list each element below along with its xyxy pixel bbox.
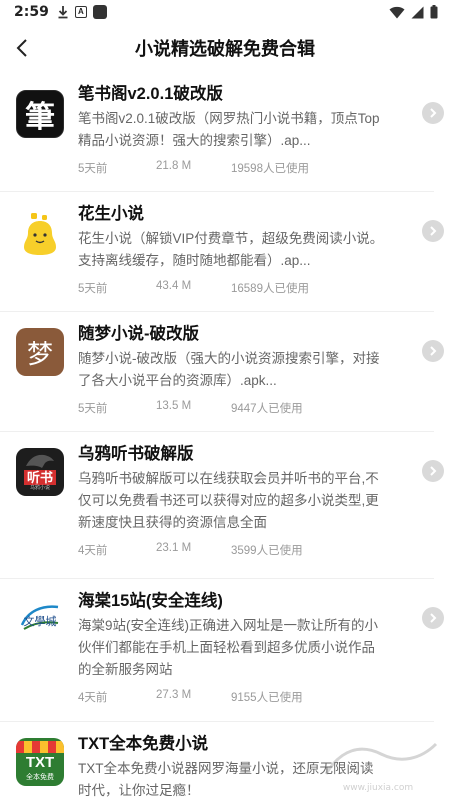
item-users: 3599人已使用 [231,545,303,557]
item-users: 16589人已使用 [231,283,309,295]
item-title: 海棠15站(安全连线) [78,592,223,610]
suimeng-icon-glyph: 梦 [26,339,53,370]
item-meta: 4天前 27.3 M 9155人已使用 [78,681,384,717]
wuya-app-icon: 听书 乌鸦小说 [16,448,64,496]
app-list: 筆 笔书阁v2.0.1破改版 笔书阁v2.0.1破改版（网罗热门小说书籍，顶点T… [0,72,450,800]
item-size: 23.1 M [156,542,192,554]
item-size: 13.5 M [156,400,192,412]
bishuge-app-icon: 筆 [16,90,64,138]
item-desc: 随梦小说-破改版（强大的小说资源搜索引擎，对接了各大小说平台的资源库）.apk.… [78,351,380,388]
list-item[interactable]: 筆 笔书阁v2.0.1破改版 笔书阁v2.0.1破改版（网罗热门小说书籍，顶点T… [0,72,444,192]
item-users: 9155人已使用 [231,692,303,704]
item-size: 43.4 M [156,280,192,292]
bishuge-icon-glyph: 筆 [25,100,55,135]
item-time: 4天前 [78,545,108,557]
item-title: 笔书阁v2.0.1破改版 [78,85,223,103]
txt-app-icon: TXT 全本免费 [16,738,64,786]
item-time: 4天前 [78,692,108,704]
list-item[interactable]: 文學城 海棠15站(安全连线) 海棠9站(安全连线)正确进入网址是一款让所有的小… [0,579,444,722]
svg-text:文學城: 文學城 [24,614,57,628]
txt-icon-text: TXT [25,754,55,771]
item-desc: 乌鸦听书破解版可以在线获取会员并听书的平台,不仅可以免费看书还可以获得对应的超多… [78,471,379,530]
item-arrow-button[interactable] [422,102,444,124]
chevron-right-icon [430,466,437,476]
item-arrow-button[interactable] [422,340,444,362]
item-arrow-button[interactable] [422,220,444,242]
item-arrow-button[interactable] [422,607,444,629]
notification-square-icon [92,5,107,19]
list-item[interactable]: 梦 随梦小说-破改版 随梦小说-破改版（强大的小说资源搜索引擎，对接了各大小说平… [0,312,444,432]
item-size: 27.3 M [156,689,192,701]
watermark-text: www.jiuxia.com [343,783,413,793]
chevron-right-icon [430,346,437,356]
suimeng-app-icon: 梦 [16,328,64,376]
item-time: 5天前 [78,163,108,175]
watermark-logo: www.jiuxia.com [324,742,438,793]
item-title: 随梦小说-破改版 [78,325,199,343]
item-size: 21.8 M [156,160,192,172]
wifi-icon [389,6,405,18]
item-title: 乌鸦听书破解版 [78,445,194,463]
wuya-icon-text: 听书 [23,470,56,485]
chevron-right-icon [430,108,437,118]
txt-icon-subtext: 全本免费 [26,774,54,781]
list-item[interactable]: 听书 乌鸦小说 乌鸦听书破解版 乌鸦听书破解版可以在线获取会员并听书的平台,不仅… [0,432,444,579]
item-users: 19598人已使用 [231,163,309,175]
item-desc: 花生小说（解锁VIP付费章节，超级免费阅读小说。支持离线缓存，随时随地都能看）.… [78,231,384,268]
battery-icon [430,5,438,19]
status-time: 2:59 [14,4,49,20]
download-icon [58,6,68,19]
txt-icon-top-band [16,741,64,753]
crow-icon [26,454,54,468]
peanut-mascot-icon [24,213,56,255]
back-button[interactable] [6,32,38,64]
header: 小说精选破解免费合辑 [0,24,450,72]
chevron-right-icon [430,226,437,236]
page-title: 小说精选破解免费合辑 [135,39,315,59]
signal-icon [411,6,424,18]
item-meta: 5天前 21.8 M 19598人已使用 [78,152,384,188]
haitang-logo-icon: 文學城 [20,605,59,630]
a-icon: A [74,6,87,18]
status-bar: 2:59 A [0,0,450,24]
item-meta: 5天前 43.4 M 16589人已使用 [78,272,384,308]
item-arrow-button[interactable] [422,460,444,482]
wuya-icon-subtext: 乌鸦小说 [29,485,50,491]
item-desc: 笔书阁v2.0.1破改版（网罗热门小说书籍，顶点Top精品小说资源！强大的搜索引… [78,111,380,148]
item-desc: 海棠9站(安全连线)正确进入网址是一款让所有的小伙伴们都能在手机上面轻松看到超多… [78,618,378,677]
item-title: 花生小说 [78,205,144,223]
huasheng-app-icon [16,210,64,258]
list-item[interactable]: 花生小说 花生小说（解锁VIP付费章节，超级免费阅读小说。支持离线缓存，随时随地… [0,192,444,312]
item-meta: 5天前 13.5 M 9447人已使用 [78,392,384,428]
chevron-right-icon [430,613,437,623]
chevron-left-icon [16,39,27,57]
item-time: 5天前 [78,283,108,295]
item-meta: 4天前 23.1 M 3599人已使用 [78,534,384,570]
haitang-app-icon: 文學城 [16,595,64,643]
item-users: 9447人已使用 [231,403,303,415]
item-time: 5天前 [78,403,108,415]
